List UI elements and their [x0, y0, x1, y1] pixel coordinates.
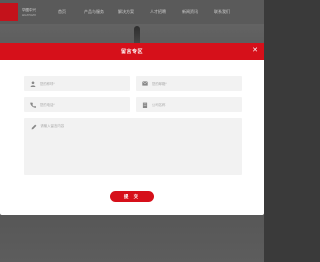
page: 华图中兴 HUATUZX 首页 产品与服务 解决方案 人才招聘 新闻资讯 联系我… [0, 0, 264, 262]
phone-field[interactable] [24, 97, 130, 112]
modal-header: 留言专区 ✕ [0, 43, 264, 60]
nav-item-careers[interactable]: 人才招聘 [142, 9, 174, 15]
email-input[interactable] [151, 81, 242, 86]
submit-button[interactable]: 提 交 [110, 191, 154, 202]
logo-subtitle: HUATUZX [22, 12, 36, 17]
company-field[interactable] [136, 97, 242, 112]
hero-image [134, 26, 140, 44]
message-textarea[interactable] [40, 123, 242, 171]
nav-item-products[interactable]: 产品与服务 [78, 9, 110, 15]
mail-icon [142, 80, 149, 88]
pencil-icon [30, 123, 37, 131]
nav-item-news[interactable]: 新闻资讯 [174, 9, 206, 15]
message-field[interactable] [24, 118, 242, 175]
phone-icon [30, 101, 37, 109]
nav-menu: 首页 产品与服务 解决方案 人才招聘 新闻资讯 联系我们 [46, 9, 238, 15]
modal-title: 留言专区 [120, 49, 143, 55]
name-field[interactable] [24, 76, 130, 91]
site-logo[interactable] [0, 3, 18, 21]
logo-text: 华图中兴 HUATUZX [22, 8, 36, 17]
email-field[interactable] [136, 76, 242, 91]
company-input[interactable] [151, 102, 242, 107]
phone-input[interactable] [39, 102, 130, 107]
nav-item-contact[interactable]: 联系我们 [206, 9, 238, 15]
close-icon[interactable]: ✕ [251, 47, 259, 55]
nav-item-home[interactable]: 首页 [46, 9, 78, 15]
building-icon [142, 101, 149, 109]
nav-item-solutions[interactable]: 解决方案 [110, 9, 142, 15]
user-icon [30, 80, 37, 88]
top-navigation: 华图中兴 HUATUZX 首页 产品与服务 解决方案 人才招聘 新闻资讯 联系我… [0, 0, 264, 24]
name-input[interactable] [39, 81, 130, 86]
